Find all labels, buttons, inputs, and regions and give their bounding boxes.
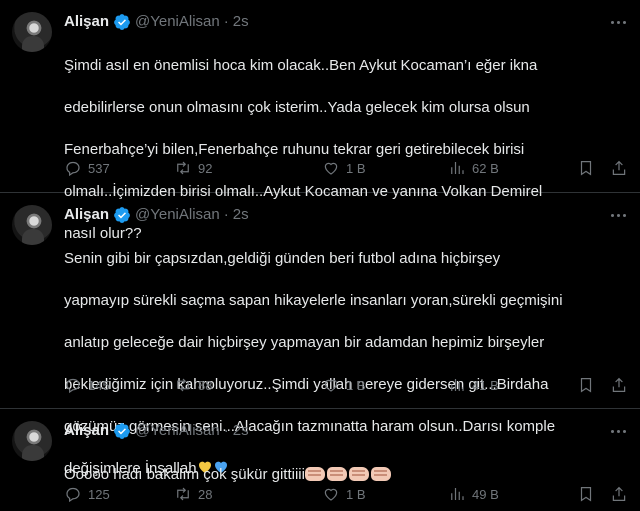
like-count: 1 B [346, 377, 366, 393]
views-count: 62 B [472, 160, 499, 176]
reply-button[interactable]: 537 [64, 158, 110, 178]
views-button[interactable]: 62 B [448, 158, 499, 178]
views-count: 41 B [472, 377, 499, 393]
bookmark-icon [580, 161, 592, 176]
bookmark-icon [580, 378, 592, 393]
like-button[interactable]: 1 B [322, 375, 366, 395]
retweet-count: 92 [198, 160, 213, 176]
reply-icon [66, 487, 80, 503]
separator-dot: · [223, 13, 229, 30]
fist-icon [304, 467, 325, 481]
share-icon [612, 486, 626, 501]
retweet-button[interactable]: 88 [174, 375, 212, 395]
retweet-button[interactable]: 92 [174, 158, 212, 178]
timestamp[interactable]: 2s [233, 205, 249, 225]
avatar[interactable] [12, 205, 52, 245]
reply-count: 145 [88, 377, 110, 393]
author-handle[interactable]: @YeniAlisan [135, 205, 220, 225]
tweet-header: Alişan @YeniAlisan · 2s [64, 205, 624, 225]
bookmark-button[interactable] [577, 375, 595, 395]
bookmark-button[interactable] [577, 158, 595, 178]
reply-button[interactable]: 125 [64, 484, 110, 504]
share-icon [612, 160, 626, 175]
tweet-text-line: yapmayıp sürekli saçma sapan hikayelerle… [64, 292, 563, 309]
share-icon [612, 377, 626, 392]
views-icon [451, 488, 464, 500]
tweet[interactable]: Alişan @YeniAlisan · 2s Şimdi asıl en ön… [0, 0, 640, 242]
tweet-header: Alişan @YeniAlisan · 2s [64, 421, 624, 441]
like-button[interactable]: 1 B [322, 158, 366, 178]
reply-icon [66, 378, 80, 394]
retweet-count: 88 [198, 377, 213, 393]
fist-icon [326, 467, 347, 481]
retweet-count: 28 [198, 486, 213, 502]
timestamp[interactable]: 2s [233, 12, 249, 32]
heart-icon [324, 379, 338, 392]
tweet-header: Alişan @YeniAlisan · 2s [64, 12, 624, 32]
reply-button[interactable]: 145 [64, 375, 110, 395]
separator-dot: · [223, 206, 229, 223]
heart-icon [324, 488, 338, 501]
author-name[interactable]: Alişan [64, 205, 109, 225]
tweet-text-line: Fenerbahçe’yi bilen,Fenerbahçe ruhunu te… [64, 141, 525, 158]
verified-badge-icon [114, 423, 130, 439]
tweet-text-line: edebilirlerse onun olmasını çok isterim.… [64, 99, 530, 116]
tweet-text-line: Şimdi asıl en önemlisi hoca kim olacak..… [64, 57, 538, 74]
views-button[interactable]: 41 B [448, 375, 499, 395]
reply-count: 125 [88, 486, 110, 502]
tweet[interactable]: Alişan @YeniAlisan · 2s Senin gibi bir ç… [0, 193, 640, 477]
action-bar: 145 88 1 B 41 B [64, 375, 628, 395]
like-count: 1 B [346, 486, 366, 502]
retweet-icon [177, 487, 189, 501]
retweet-icon [177, 378, 189, 392]
separator-dot: · [223, 422, 229, 439]
action-bar: 125 28 1 B 49 B [64, 484, 628, 504]
action-bar: 537 92 1 B 62 B [64, 158, 628, 178]
retweet-icon [177, 161, 189, 175]
views-icon [451, 162, 464, 174]
verified-badge-icon [114, 207, 130, 223]
views-button[interactable]: 49 B [448, 484, 499, 504]
tweet-text-line: Senin gibi bir çapsızdan,geldiği günden … [64, 250, 501, 267]
more-icon[interactable] [608, 421, 628, 441]
timestamp[interactable]: 2s [233, 421, 249, 441]
more-icon[interactable] [608, 205, 628, 225]
tweet-text-line: Ooooo hadı bakalım çok şükür gittiiii [64, 466, 305, 483]
reply-icon [66, 161, 80, 177]
like-button[interactable]: 1 B [322, 484, 366, 504]
fist-icon [348, 467, 369, 481]
share-button[interactable] [610, 484, 628, 504]
like-count: 1 B [346, 160, 366, 176]
heart-icon [324, 162, 338, 175]
share-button[interactable] [610, 158, 628, 178]
verified-badge-icon [114, 14, 130, 30]
share-button[interactable] [610, 375, 628, 395]
avatar[interactable] [12, 421, 52, 461]
bookmark-button[interactable] [577, 484, 595, 504]
tweet[interactable]: Alişan @YeniAlisan · 2s Ooooo hadı bakal… [0, 409, 640, 511]
author-name[interactable]: Alişan [64, 12, 109, 32]
tweet-text-line: anlatıp geleceğe dair hiçbirşey yapmayan… [64, 334, 545, 351]
bookmark-icon [580, 487, 592, 502]
retweet-button[interactable]: 28 [174, 484, 212, 504]
fist-icon [370, 467, 391, 481]
views-count: 49 B [472, 486, 499, 502]
reply-count: 537 [88, 160, 110, 176]
views-icon [451, 379, 464, 391]
author-name[interactable]: Alişan [64, 421, 109, 441]
author-handle[interactable]: @YeniAlisan [135, 421, 220, 441]
tweet-text-first-line: Ooooo hadı bakalım çok şükür gittiiii [64, 464, 624, 485]
avatar[interactable] [12, 12, 52, 52]
more-icon[interactable] [608, 12, 628, 32]
author-handle[interactable]: @YeniAlisan [135, 12, 220, 32]
